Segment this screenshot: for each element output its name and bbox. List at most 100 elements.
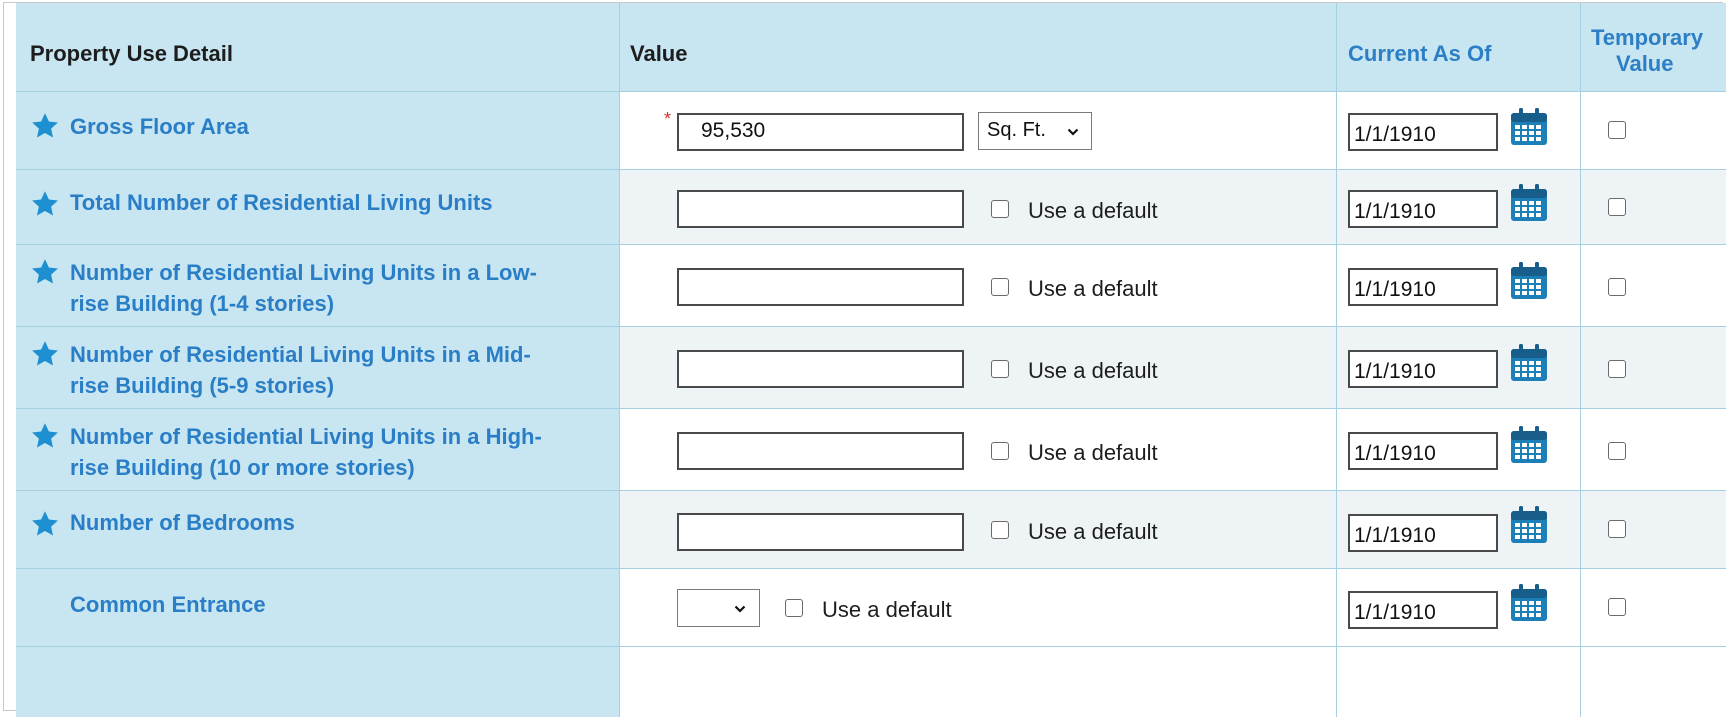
row-date-cell: 1/1/1910 bbox=[1337, 170, 1581, 244]
low-rise-units-link[interactable]: Number of Residential Living Units in a … bbox=[70, 257, 537, 319]
table-row: Gross Floor Area * 95,530 Sq. Ft. 1/1/19… bbox=[16, 92, 1726, 170]
row-value-cell: Use a default bbox=[620, 569, 1337, 646]
row-value-cell: * 95,530 Sq. Ft. bbox=[620, 92, 1337, 169]
table-row: Common Entrance Use a default 1/1/1910 bbox=[16, 569, 1726, 647]
row-date-cell: 1/1/1910 bbox=[1337, 245, 1581, 326]
use-default-checkbox[interactable] bbox=[991, 200, 1009, 218]
current-as-of-input[interactable]: 1/1/1910 bbox=[1348, 350, 1498, 388]
unit-select[interactable]: Sq. Ft. bbox=[978, 112, 1092, 150]
common-entrance-link[interactable]: Common Entrance bbox=[70, 589, 266, 620]
calendar-icon[interactable] bbox=[1509, 343, 1549, 383]
gross-floor-area-link[interactable]: Gross Floor Area bbox=[70, 111, 249, 142]
temporary-value-checkbox[interactable] bbox=[1608, 121, 1626, 139]
unit-select-value: Sq. Ft. bbox=[987, 119, 1046, 141]
calendar-icon[interactable] bbox=[1509, 107, 1549, 147]
common-entrance-select[interactable] bbox=[677, 589, 760, 627]
use-default-label[interactable]: Use a default bbox=[822, 597, 952, 623]
use-default-checkbox[interactable] bbox=[785, 599, 803, 617]
row-value-cell: Use a default bbox=[620, 170, 1337, 244]
chevron-down-icon bbox=[734, 605, 746, 613]
table-row: Number of Residential Living Units in a … bbox=[16, 327, 1726, 409]
total-residential-units-input[interactable] bbox=[677, 190, 964, 228]
use-default-label[interactable]: Use a default bbox=[1028, 519, 1158, 545]
row-temp-cell bbox=[1581, 647, 1726, 717]
header-temporary-line1[interactable]: Temporary bbox=[1591, 25, 1703, 51]
row-temp-cell bbox=[1581, 327, 1726, 408]
row-date-cell: 1/1/1910 bbox=[1337, 491, 1581, 568]
row-label-cell: Total Number of Residential Living Units bbox=[16, 170, 620, 244]
star-icon bbox=[32, 113, 58, 138]
row-date-cell: 1/1/1910 bbox=[1337, 327, 1581, 408]
row-label-cell bbox=[16, 647, 620, 717]
number-of-bedrooms-link[interactable]: Number of Bedrooms bbox=[70, 507, 295, 538]
current-as-of-input[interactable]: 1/1/1910 bbox=[1348, 268, 1498, 306]
row-date-cell: 1/1/1910 bbox=[1337, 92, 1581, 169]
use-default-label[interactable]: Use a default bbox=[1028, 440, 1158, 466]
high-rise-units-input[interactable] bbox=[677, 432, 964, 470]
number-of-bedrooms-input[interactable] bbox=[677, 513, 964, 551]
star-icon bbox=[32, 511, 58, 536]
row-label-cell: Gross Floor Area bbox=[16, 92, 620, 169]
calendar-icon[interactable] bbox=[1509, 583, 1549, 623]
row-date-cell: 1/1/1910 bbox=[1337, 409, 1581, 490]
required-marker: * bbox=[664, 109, 672, 129]
calendar-icon[interactable] bbox=[1509, 425, 1549, 465]
calendar-icon[interactable] bbox=[1509, 505, 1549, 545]
temporary-value-checkbox[interactable] bbox=[1608, 360, 1626, 378]
row-temp-cell bbox=[1581, 569, 1726, 646]
row-value-cell: Use a default bbox=[620, 327, 1337, 408]
low-rise-units-input[interactable] bbox=[677, 268, 964, 306]
row-label-cell: Common Entrance bbox=[16, 569, 620, 646]
row-temp-cell bbox=[1581, 491, 1726, 568]
current-as-of-input[interactable]: 1/1/1910 bbox=[1348, 432, 1498, 470]
header-current-as-of[interactable]: Current As Of bbox=[1348, 41, 1491, 67]
temporary-value-checkbox[interactable] bbox=[1608, 442, 1626, 460]
current-as-of-input[interactable]: 1/1/1910 bbox=[1348, 514, 1498, 552]
use-default-checkbox[interactable] bbox=[991, 278, 1009, 296]
header-cell-current: Current As Of bbox=[1337, 3, 1581, 91]
use-default-checkbox[interactable] bbox=[991, 442, 1009, 460]
table-row: Number of Residential Living Units in a … bbox=[16, 245, 1726, 327]
header-value: Value bbox=[630, 41, 688, 66]
header-temporary-line2[interactable]: Value bbox=[1616, 51, 1673, 77]
table-header: Property Use Detail Value Current As Of … bbox=[16, 3, 1726, 92]
chevron-down-icon bbox=[1067, 128, 1079, 136]
row-label-cell: Number of Residential Living Units in a … bbox=[16, 409, 620, 490]
temporary-value-checkbox[interactable] bbox=[1608, 198, 1626, 216]
row-temp-cell bbox=[1581, 170, 1726, 244]
header-cell-value: Value bbox=[620, 3, 1337, 91]
property-use-details-panel: Property Use Detail Value Current As Of … bbox=[3, 2, 1726, 717]
temporary-value-checkbox[interactable] bbox=[1608, 598, 1626, 616]
temporary-value-checkbox[interactable] bbox=[1608, 520, 1626, 538]
row-label-cell: Number of Residential Living Units in a … bbox=[16, 245, 620, 326]
use-default-label[interactable]: Use a default bbox=[1028, 276, 1158, 302]
calendar-icon[interactable] bbox=[1509, 183, 1549, 223]
star-icon bbox=[32, 259, 58, 284]
total-residential-units-link[interactable]: Total Number of Residential Living Units bbox=[70, 187, 493, 218]
table-row-partial bbox=[16, 647, 1726, 717]
use-default-label[interactable]: Use a default bbox=[1028, 198, 1158, 224]
star-icon bbox=[32, 423, 58, 448]
high-rise-units-link[interactable]: Number of Residential Living Units in a … bbox=[70, 421, 542, 483]
mid-rise-units-link[interactable]: Number of Residential Living Units in a … bbox=[70, 339, 531, 401]
row-value-cell bbox=[620, 647, 1337, 717]
mid-rise-units-input[interactable] bbox=[677, 350, 964, 388]
star-icon bbox=[32, 341, 58, 366]
current-as-of-input[interactable]: 1/1/1910 bbox=[1348, 190, 1498, 228]
header-cell-detail: Property Use Detail bbox=[16, 3, 620, 91]
row-value-cell: Use a default bbox=[620, 245, 1337, 326]
table-row: Number of Residential Living Units in a … bbox=[16, 409, 1726, 491]
gross-floor-area-input[interactable]: 95,530 bbox=[677, 113, 964, 151]
calendar-icon[interactable] bbox=[1509, 261, 1549, 301]
use-default-label[interactable]: Use a default bbox=[1028, 358, 1158, 384]
header-property-use-detail: Property Use Detail bbox=[30, 41, 233, 66]
use-default-checkbox[interactable] bbox=[991, 521, 1009, 539]
row-value-cell: Use a default bbox=[620, 491, 1337, 568]
current-as-of-input[interactable]: 1/1/1910 bbox=[1348, 591, 1498, 629]
current-as-of-input[interactable]: 1/1/1910 bbox=[1348, 113, 1498, 151]
temporary-value-checkbox[interactable] bbox=[1608, 278, 1626, 296]
row-label-cell: Number of Residential Living Units in a … bbox=[16, 327, 620, 408]
row-date-cell bbox=[1337, 647, 1581, 717]
use-default-checkbox[interactable] bbox=[991, 360, 1009, 378]
row-value-cell: Use a default bbox=[620, 409, 1337, 490]
